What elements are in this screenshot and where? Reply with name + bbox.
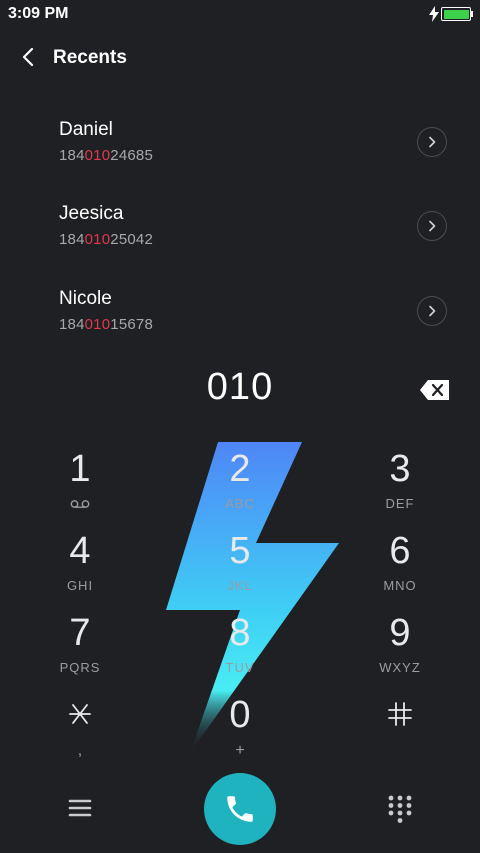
- key-digit: 0: [229, 694, 251, 736]
- dialpad-icon[interactable]: [386, 794, 414, 824]
- number-prefix: 184: [59, 147, 85, 164]
- chevron-left-icon: [22, 47, 34, 67]
- call-button[interactable]: [204, 773, 276, 845]
- key-digit: 1: [69, 448, 91, 490]
- key-letters: +: [235, 742, 245, 759]
- key-letters: WXYZ: [379, 660, 421, 675]
- status-bar: 3:09 PM: [0, 0, 480, 30]
- key-hash[interactable]: [340, 694, 460, 774]
- key-1[interactable]: 1: [20, 448, 140, 528]
- key-7[interactable]: 7 PQRS: [20, 612, 140, 692]
- key-letters: MNO: [383, 578, 417, 593]
- contact-name: Jeesica: [59, 203, 124, 224]
- key-9[interactable]: 9 WXYZ: [340, 612, 460, 692]
- number-suffix: 24685: [110, 147, 153, 164]
- charging-icon: [429, 6, 439, 22]
- bottom-bar: [0, 770, 480, 850]
- number-suffix: 15678: [110, 316, 153, 333]
- menu-icon[interactable]: [64, 792, 96, 824]
- key-letters: ,: [77, 742, 83, 759]
- key-5[interactable]: 5 JKL: [180, 530, 300, 610]
- contact-number: 18401025042: [59, 231, 153, 248]
- backspace-icon[interactable]: [419, 379, 451, 401]
- contact-name: Nicole: [59, 288, 112, 309]
- chevron-right-icon: [429, 136, 436, 148]
- recent-item-daniel[interactable]: Daniel 18401024685: [0, 119, 480, 189]
- hash-icon: [388, 702, 412, 726]
- key-letters: ABC: [225, 496, 255, 511]
- key-0[interactable]: 0 +: [180, 694, 300, 774]
- key-digit: 9: [389, 612, 411, 654]
- battery-cap: [471, 11, 473, 17]
- status-time: 3:09 PM: [8, 5, 69, 22]
- number-prefix: 184: [59, 316, 85, 333]
- contact-number: 18401024685: [59, 147, 153, 164]
- number-match: 010: [84, 316, 111, 333]
- phone-icon: [227, 796, 253, 822]
- contact-detail-button[interactable]: [417, 211, 447, 241]
- header: Recents: [0, 36, 480, 80]
- contact-detail-button[interactable]: [417, 127, 447, 157]
- key-3[interactable]: 3 DEF: [340, 448, 460, 528]
- key-2[interactable]: 2 ABC: [180, 448, 300, 528]
- voicemail-icon: [70, 500, 90, 508]
- recent-item-jeesica[interactable]: Jeesica 18401025042: [0, 203, 480, 273]
- key-letters: TUV: [225, 660, 255, 675]
- key-digit: 5: [229, 530, 251, 572]
- key-letters: JKL: [227, 578, 253, 593]
- key-digit: 6: [389, 530, 411, 572]
- chevron-right-icon: [429, 220, 436, 232]
- key-digit: 7: [69, 612, 91, 654]
- number-match: 010: [84, 147, 111, 164]
- key-digit: 2: [229, 448, 251, 490]
- key-8[interactable]: 8 TUV: [180, 612, 300, 692]
- contact-name: Daniel: [59, 119, 113, 140]
- number-prefix: 184: [59, 231, 85, 248]
- battery-icon: [441, 7, 471, 21]
- key-digit: 8: [229, 612, 251, 654]
- number-suffix: 25042: [110, 231, 153, 248]
- key-letters: DEF: [385, 496, 415, 511]
- dialed-number-display: 010: [206, 366, 274, 408]
- chevron-right-icon: [429, 305, 436, 317]
- back-button[interactable]: [14, 42, 42, 72]
- key-6[interactable]: 6 MNO: [340, 530, 460, 610]
- asterisk-icon: [69, 704, 91, 724]
- key-letters: GHI: [66, 578, 94, 593]
- contact-number: 18401015678: [59, 316, 153, 333]
- key-digit: 3: [389, 448, 411, 490]
- key-4[interactable]: 4 GHI: [20, 530, 140, 610]
- key-star[interactable]: ,: [20, 694, 140, 774]
- recent-item-nicole[interactable]: Nicole 18401015678: [0, 288, 480, 358]
- number-match: 010: [84, 231, 111, 248]
- key-letters: PQRS: [59, 660, 101, 675]
- key-digit: 4: [69, 530, 91, 572]
- page-title: Recents: [53, 47, 127, 68]
- contact-detail-button[interactable]: [417, 296, 447, 326]
